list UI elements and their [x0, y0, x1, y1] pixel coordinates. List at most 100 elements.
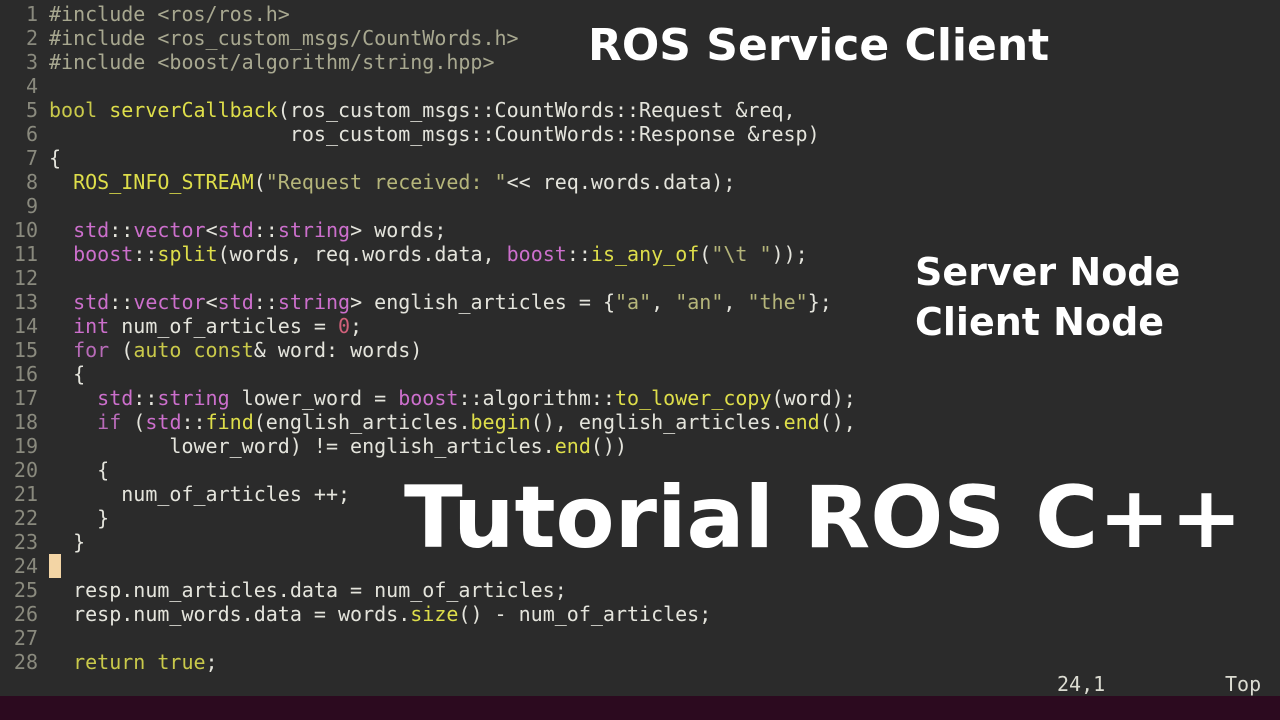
code-line[interactable]: 9: [0, 194, 1280, 218]
line-number: 1: [25, 2, 38, 26]
line-code: return true;: [49, 650, 218, 674]
code-token: to_lower_copy: [614, 386, 772, 410]
code-token: }: [49, 530, 86, 554]
code-token: << req.words.data);: [506, 170, 736, 194]
code-token: ));: [771, 242, 808, 266]
line-code: if (std::find(english_articles.begin(), …: [49, 410, 856, 434]
code-token: for: [73, 338, 110, 362]
cursor-position: 24,1: [1057, 672, 1106, 696]
line-code: ros_custom_msgs::CountWords::Response &r…: [49, 122, 820, 146]
code-line[interactable]: 4: [0, 74, 1280, 98]
code-editor[interactable]: 1 #include <ros/ros.h> 2 #include <ros_cust…: [0, 0, 1280, 696]
code-token: #include <ros/ros.h>: [49, 2, 290, 26]
line-code: std::string lower_word = boost::algorith…: [49, 386, 856, 410]
code-token: (words, req.words.data,: [217, 242, 507, 266]
line-number: 15: [13, 338, 38, 362]
line-code: resp.num_articles.data = num_of_articles…: [49, 578, 567, 602]
code-token: begin: [470, 410, 531, 434]
line-code: #include <ros_custom_msgs/CountWords.h>: [49, 26, 519, 50]
code-line[interactable]: 27: [0, 626, 1280, 650]
line-number: 7: [25, 146, 38, 170]
code-line[interactable]: 10 std::vector<std::string> words;: [0, 218, 1280, 242]
code-token: string: [277, 290, 351, 314]
code-token: ,: [723, 290, 748, 314]
line-number: 19: [13, 434, 38, 458]
line-number: 14: [13, 314, 38, 338]
code-token: num_of_articles =: [109, 314, 338, 338]
scroll-indicator: Top: [1225, 672, 1262, 696]
line-number: 17: [13, 386, 38, 410]
code-line[interactable]: 25 resp.num_articles.data = num_of_artic…: [0, 578, 1280, 602]
code-token: <: [205, 290, 218, 314]
code-token: std: [73, 290, 110, 314]
overlay-title: ROS Service Client: [588, 20, 1050, 71]
code-token: string: [277, 218, 351, 242]
code-token: () - num_of_articles;: [458, 602, 712, 626]
code-token: boost: [398, 386, 459, 410]
code-line[interactable]: 26 resp.num_words.data = words.size() - …: [0, 602, 1280, 626]
code-token: "an": [675, 290, 724, 314]
line-code: ROS_INFO_STREAM("Request received: "<< r…: [49, 170, 735, 194]
line-number: 13: [13, 290, 38, 314]
code-token: {: [49, 146, 62, 170]
code-token: return true: [73, 650, 206, 674]
line-number: 12: [13, 266, 38, 290]
code-token: end: [783, 410, 820, 434]
line-code: std::vector<std::string> words;: [49, 218, 446, 242]
code-line[interactable]: 6 ros_custom_msgs::CountWords::Response …: [0, 122, 1280, 146]
code-token: lower_word) != english_articles.: [49, 434, 555, 458]
line-code: {: [49, 458, 109, 482]
status-line: 24,1 Top: [0, 672, 1280, 696]
line-number: 3: [25, 50, 38, 74]
line-number: 20: [13, 458, 38, 482]
code-token: "\t ": [711, 242, 772, 266]
code-line[interactable]: 18 if (std::find(english_articles.begin(…: [0, 410, 1280, 434]
code-token: "Request received: ": [265, 170, 507, 194]
code-token: int: [73, 314, 110, 338]
code-line[interactable]: 28 return true;: [0, 650, 1280, 674]
code-token: (),: [819, 410, 856, 434]
code-token: (: [253, 170, 266, 194]
code-line[interactable]: 5 bool serverCallback(ros_custom_msgs::Co…: [0, 98, 1280, 122]
code-token: ros_custom_msgs::CountWords::Response &r…: [49, 122, 820, 146]
line-number: 4: [25, 74, 38, 98]
code-token: std: [217, 218, 254, 242]
line-number: 21: [13, 482, 38, 506]
code-token: ::algorithm::: [458, 386, 615, 410]
line-number: 6: [25, 122, 38, 146]
code-line[interactable]: 17 std::string lower_word = boost::algor…: [0, 386, 1280, 410]
code-token: boost: [73, 242, 134, 266]
code-line[interactable]: 7{: [0, 146, 1280, 170]
line-number: 22: [13, 506, 38, 530]
code-token: end: [554, 434, 591, 458]
code-token: serverCallback: [109, 98, 278, 122]
line-code: }: [49, 530, 85, 554]
overlay-server-node: Server Node: [915, 250, 1181, 294]
line-code: lower_word) != english_articles.end()): [49, 434, 627, 458]
code-token: > english_articles = {: [350, 290, 615, 314]
code-line[interactable]: 8 ROS_INFO_STREAM("Request received: "<<…: [0, 170, 1280, 194]
code-token: vector: [133, 290, 206, 314]
code-token: > words;: [350, 218, 447, 242]
code-token: #include <boost/algorithm/string.hpp>: [49, 50, 495, 74]
code-token: ::: [181, 410, 206, 434]
line-code: std::vector<std::string> english_article…: [49, 290, 832, 314]
line-number: 9: [25, 194, 38, 218]
code-line[interactable]: 16 {: [0, 362, 1280, 386]
code-token: ::: [253, 218, 278, 242]
line-code: {: [49, 146, 61, 170]
code-token: ()): [590, 434, 627, 458]
code-token: }: [49, 506, 110, 530]
line-code: num_of_articles ++;: [49, 482, 350, 506]
line-number: 27: [13, 626, 38, 650]
code-token: resp.num_articles.data = num_of_articles…: [49, 578, 567, 602]
code-token: (ros_custom_msgs::CountWords::Request &r…: [277, 98, 796, 122]
code-token: ::: [133, 242, 158, 266]
code-token: is_any_of: [590, 242, 700, 266]
code-token: string: [157, 386, 230, 410]
code-line[interactable]: 19 lower_word) != english_articles.end()…: [0, 434, 1280, 458]
